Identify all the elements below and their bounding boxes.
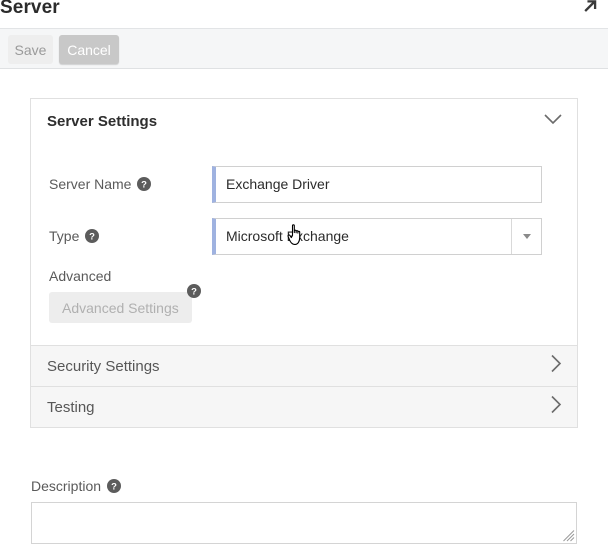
panel-body-server-settings: Server Name ? Type [31,144,577,345]
svg-text:?: ? [191,287,197,298]
section-title-testing: Testing [47,399,95,416]
help-icon[interactable]: ? [85,229,99,243]
advanced-group: Advanced Advanced Settings ? [47,268,561,323]
field-row-server-name: Server Name ? [47,158,561,210]
advanced-settings-button[interactable]: Advanced Settings [49,292,192,323]
help-icon[interactable]: ? [107,479,121,493]
panel-server-settings: Server Settings Server Name ? [30,98,578,346]
type-dropdown[interactable]: Microsoft Exchange [212,218,542,255]
description-input-wrap [31,502,577,544]
label-type-text: Type [49,228,79,244]
page-title: Server [0,0,60,22]
cancel-button[interactable]: Cancel [59,35,119,64]
label-description-text: Description [31,478,101,494]
save-button[interactable]: Save [8,35,53,64]
section-title-security-settings: Security Settings [47,358,160,375]
expand-arrow-icon[interactable] [580,0,602,17]
panel-header-server-settings[interactable]: Server Settings [31,99,577,144]
help-icon[interactable]: ? [137,177,151,191]
panel-title-server-settings: Server Settings [47,113,157,130]
chevron-down-icon[interactable] [543,113,563,131]
chevron-right-icon[interactable] [550,395,563,420]
label-advanced: Advanced [47,268,561,284]
server-name-input[interactable] [212,166,542,203]
label-server-name: Server Name ? [47,176,212,192]
settings-accordion: Server Settings Server Name ? [30,98,578,428]
description-group: Description ? [31,478,577,544]
description-textarea[interactable] [31,502,577,544]
field-row-type: Type ? Microsoft Exchange [47,210,561,262]
svg-text:?: ? [142,180,148,191]
section-testing[interactable]: Testing [30,387,578,428]
label-server-name-text: Server Name [49,176,131,192]
advanced-settings-wrap: Advanced Settings ? [49,292,192,323]
type-dropdown-value: Microsoft Exchange [216,228,511,244]
caret-down-icon[interactable] [511,219,541,254]
help-icon[interactable]: ? [187,284,201,298]
label-type: Type ? [47,228,212,244]
field-wrap-server-name [212,166,542,203]
chevron-right-icon[interactable] [550,354,563,379]
section-security-settings[interactable]: Security Settings [30,346,578,387]
action-toolbar: Save Cancel [0,28,608,69]
page-header: Server [0,0,608,22]
svg-text:?: ? [111,482,117,493]
label-description: Description ? [31,478,577,494]
svg-text:?: ? [89,232,95,243]
